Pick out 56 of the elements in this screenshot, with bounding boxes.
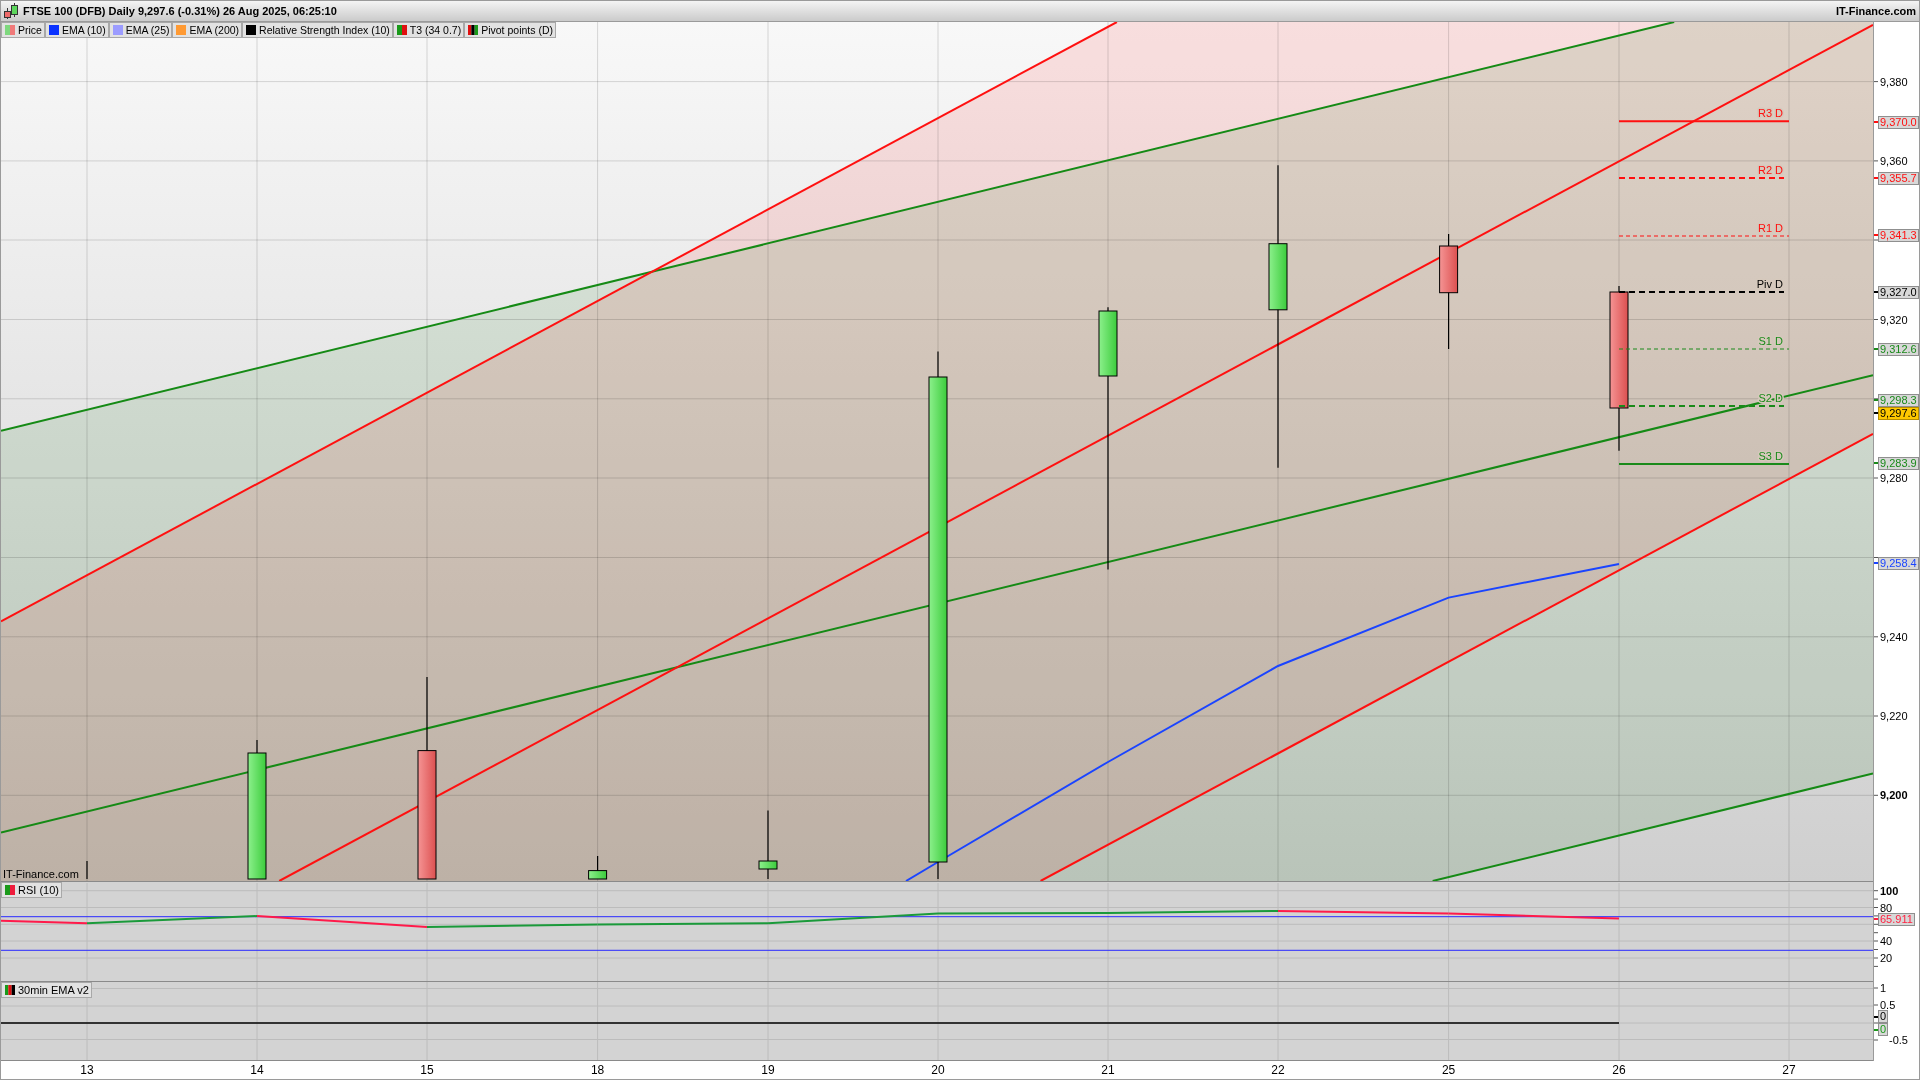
date-label: 25 bbox=[1441, 1064, 1456, 1077]
legend-swatch-icon bbox=[48, 25, 59, 35]
axis-label: 80 bbox=[1880, 901, 1893, 914]
axis-label: 9,360 bbox=[1880, 154, 1908, 167]
chart-credit: IT-Finance.com bbox=[3, 868, 79, 880]
axis-label: 9,200 bbox=[1880, 789, 1908, 802]
candlestick-icon bbox=[4, 3, 19, 19]
date-label: 27 bbox=[1782, 1064, 1796, 1077]
pivot-label: R2 D bbox=[1757, 164, 1783, 176]
chart-title: FTSE 100 (DFB) Daily 9,297.6 (-0.31%) 26 Aug 2025, 06:25:10 bbox=[23, 3, 337, 19]
brand-name: IT-Finance.com bbox=[1835, 3, 1916, 19]
date-label: 18 bbox=[590, 1064, 605, 1077]
axis-label: 9,320 bbox=[1880, 313, 1908, 326]
axis-label: 1 bbox=[1880, 982, 1887, 994]
date-label: 13 bbox=[80, 1064, 94, 1077]
axis-label: 9,240 bbox=[1880, 630, 1908, 643]
date-label: 20 bbox=[931, 1064, 945, 1077]
axis-label: 9,220 bbox=[1880, 710, 1908, 722]
legend-swatch-icon bbox=[5, 885, 15, 895]
axis-scale-drawing bbox=[1874, 987, 1878, 1041]
axis-label: 9,280 bbox=[1880, 472, 1908, 484]
legend-swatch-icon bbox=[176, 25, 187, 35]
candle bbox=[588, 855, 608, 880]
axis-label: -0.5 bbox=[1889, 1034, 1908, 1046]
date-label: 22 bbox=[1271, 1064, 1285, 1077]
pivot-label: S3 D bbox=[1758, 450, 1783, 462]
pivot-label: R3 D bbox=[1757, 107, 1783, 120]
date-label: 21 bbox=[1101, 1064, 1115, 1077]
candle bbox=[758, 810, 778, 880]
legend-swatch-icon bbox=[396, 25, 407, 35]
legend-item[interactable]: Pivot points (D) bbox=[464, 22, 556, 38]
indicator-name: RSI (10) bbox=[18, 884, 59, 896]
legend-item[interactable]: Price bbox=[1, 22, 45, 38]
legend-swatch-icon bbox=[468, 25, 479, 35]
pivot-label: R1 D bbox=[1757, 222, 1783, 234]
date-label: 19 bbox=[761, 1064, 775, 1077]
axis-label: 40 bbox=[1880, 935, 1893, 947]
legend-item[interactable]: T3 (34 0.7) bbox=[392, 22, 465, 38]
indicator-name: 30min EMA v2 bbox=[18, 984, 89, 996]
legend-swatch-icon bbox=[5, 25, 15, 35]
legend-swatch-icon bbox=[246, 25, 257, 35]
date-label: 15 bbox=[420, 1064, 434, 1077]
axis-label: 9,380 bbox=[1880, 75, 1908, 88]
date-label: 26 bbox=[1612, 1064, 1626, 1077]
legend-item[interactable]: EMA (10) bbox=[44, 22, 109, 38]
legend-swatch-icon bbox=[112, 25, 123, 35]
axis-label: 0.5 bbox=[1880, 998, 1896, 1011]
date-label: 14 bbox=[250, 1064, 264, 1077]
legend-swatch-icon bbox=[5, 985, 15, 995]
legend-item[interactable]: Relative Strength Index (10) bbox=[242, 22, 393, 38]
axis-label: 100 bbox=[1880, 884, 1899, 897]
axis-label: 20 bbox=[1880, 952, 1893, 964]
legend-item[interactable]: EMA (200) bbox=[172, 22, 243, 38]
pivot-label: S1 D bbox=[1758, 335, 1783, 347]
pivot-label: Piv D bbox=[1756, 278, 1783, 290]
legend-item[interactable]: EMA (25) bbox=[108, 22, 173, 38]
